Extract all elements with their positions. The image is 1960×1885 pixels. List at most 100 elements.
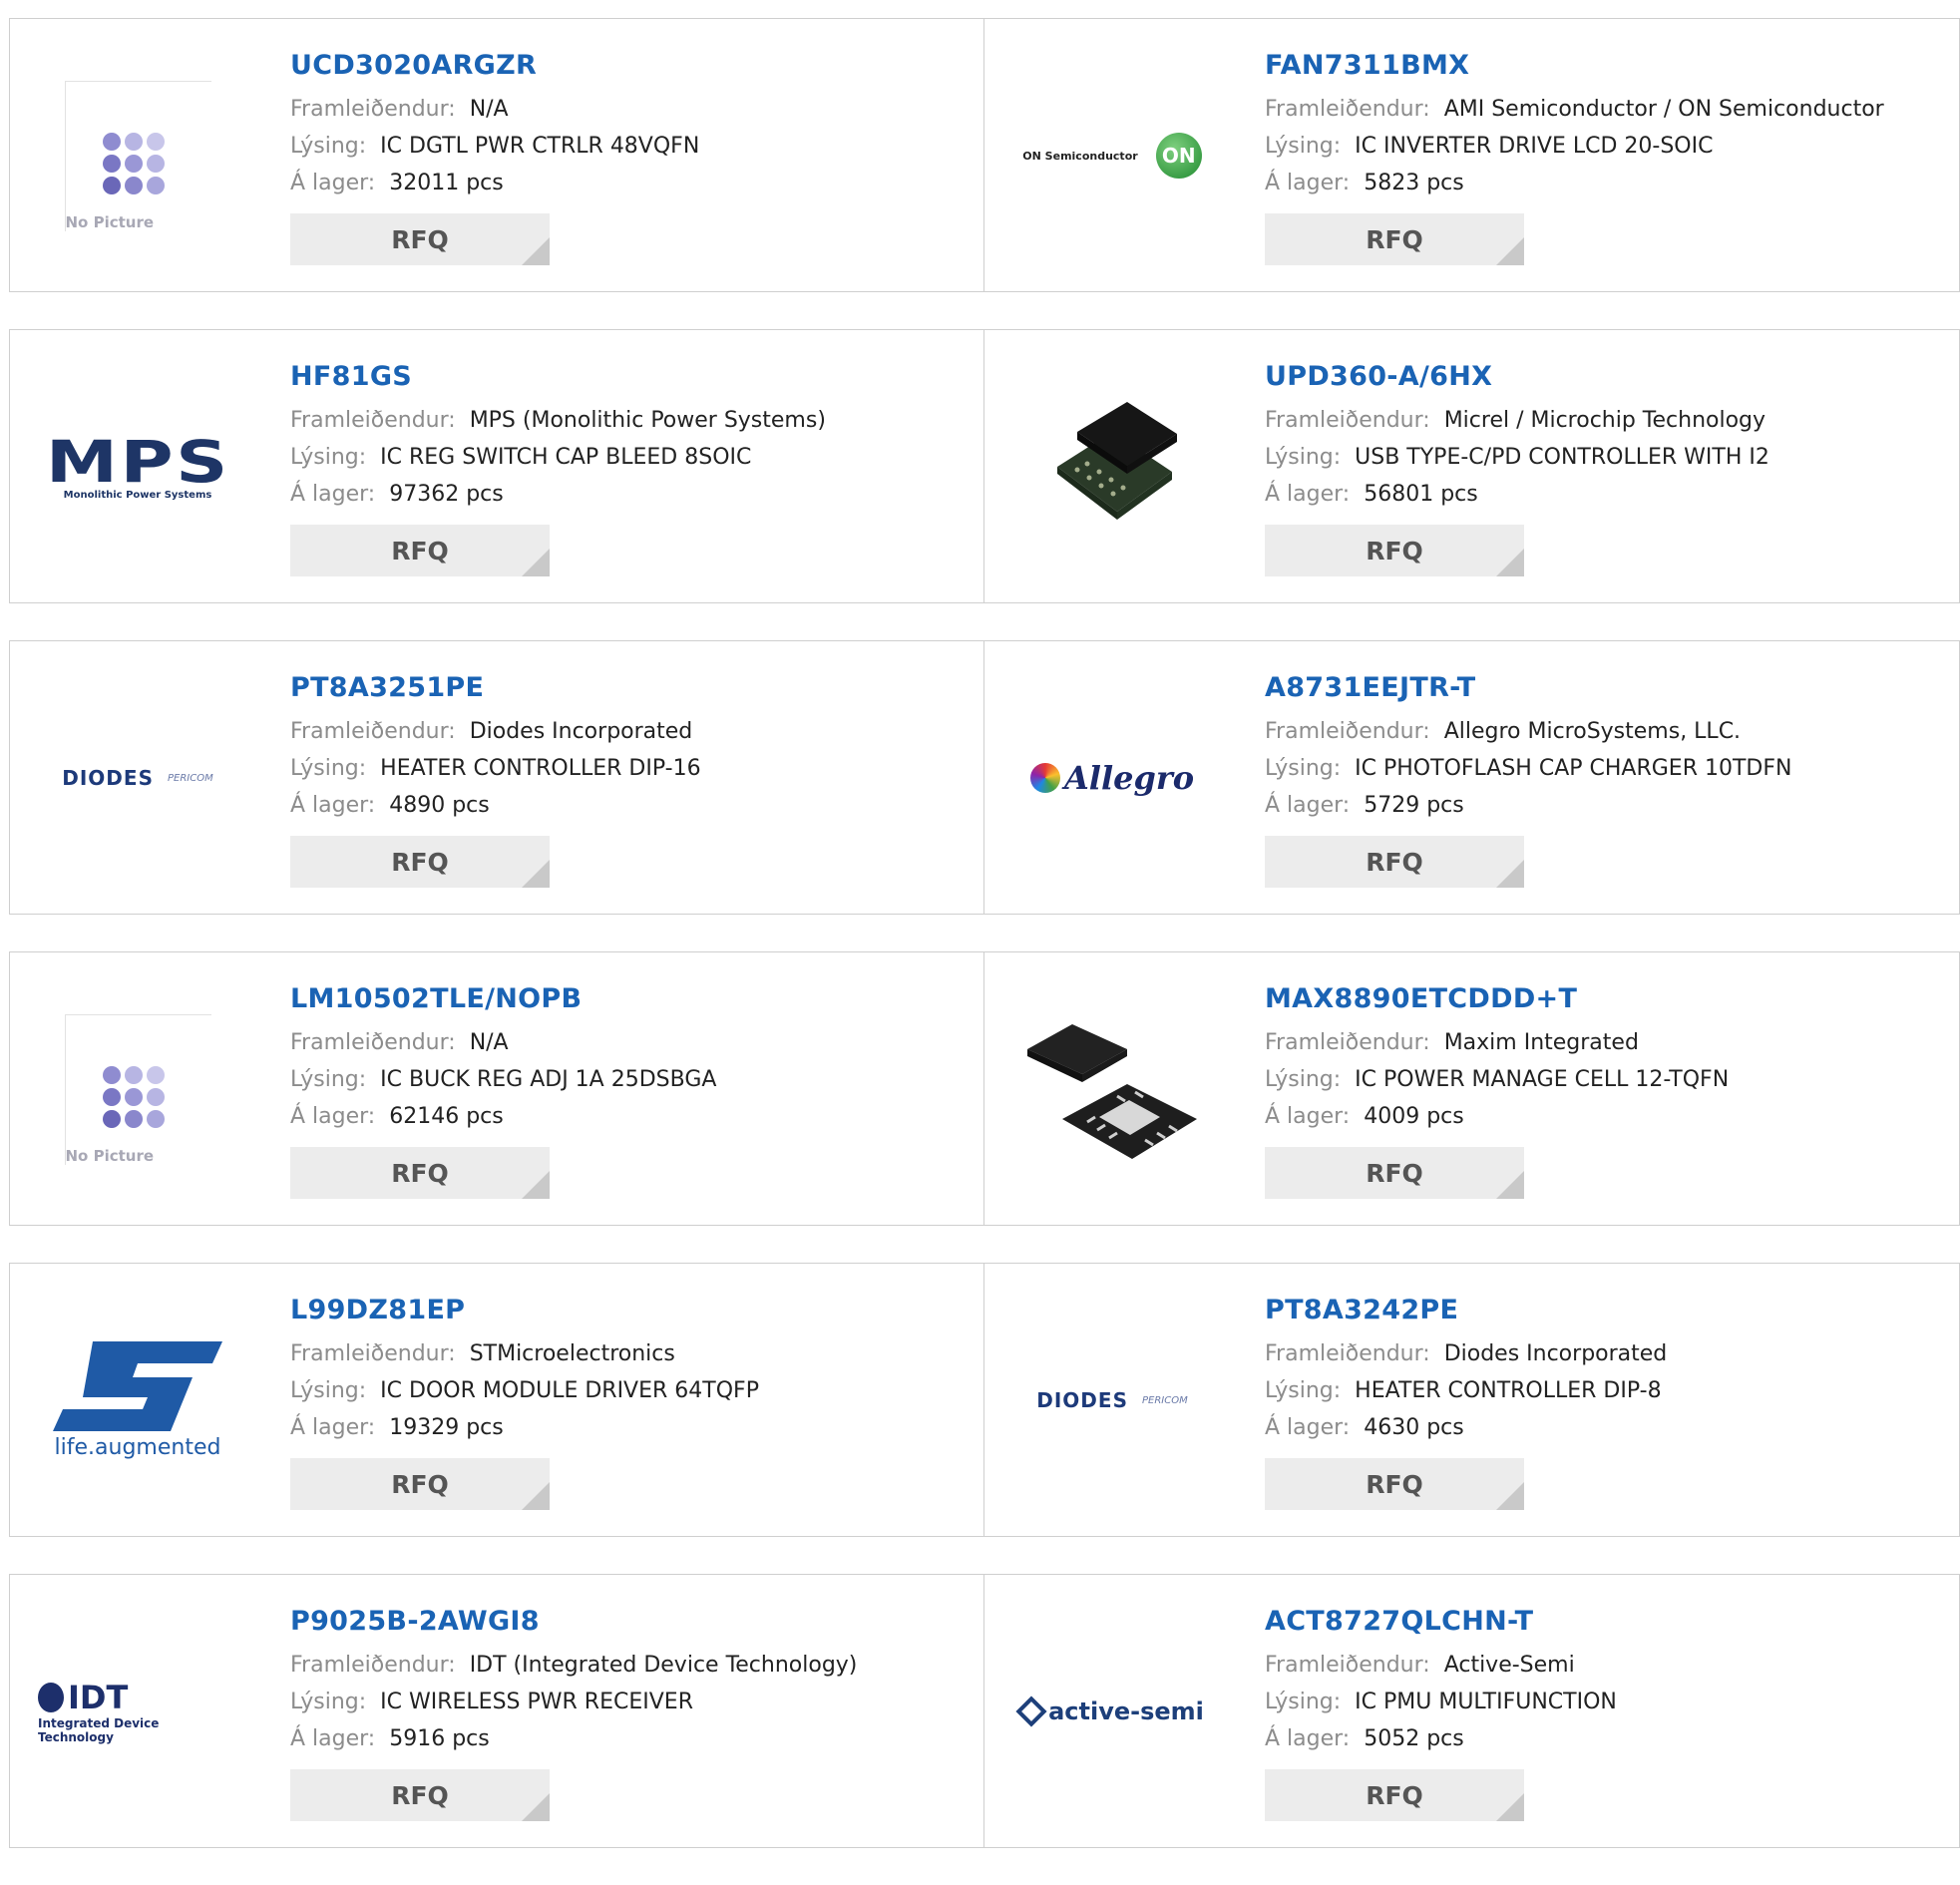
rfq-button[interactable]: RFQ: [290, 1147, 550, 1199]
description-label: Lýsing:: [1265, 1067, 1342, 1092]
stock-value: 4890 pcs: [389, 793, 490, 818]
manufacturer-label: Framleiðendur:: [1265, 1653, 1430, 1678]
part-number-link[interactable]: LM10502TLE/NOPB: [290, 982, 716, 1016]
part-number-link[interactable]: UPD360-A/6HX: [1265, 360, 1769, 394]
active-semi-logo: active-semi: [1015, 1696, 1204, 1727]
manufacturer-label: Framleiðendur:: [290, 1030, 456, 1055]
product-image[interactable]: IDT Integrated Device Technology: [38, 1623, 237, 1800]
product-image[interactable]: [1012, 378, 1212, 556]
manufacturer-value: AMI Semiconductor / ON Semiconductor: [1443, 97, 1884, 122]
stock-label: Á lager:: [1265, 1104, 1351, 1129]
description-label: Lýsing:: [290, 1378, 367, 1403]
stock-value: 5052 pcs: [1364, 1726, 1464, 1751]
rfq-button[interactable]: RFQ: [290, 213, 550, 265]
rfq-button[interactable]: RFQ: [290, 836, 550, 888]
rfq-button[interactable]: RFQ: [290, 525, 550, 576]
product-row: DIODES PERICOM PT8A3251PE Framleiðendur:…: [9, 640, 1960, 915]
rfq-button-label: RFQ: [391, 847, 449, 877]
product-image[interactable]: life.augmented: [38, 1312, 237, 1489]
description-label: Lýsing:: [290, 1067, 367, 1092]
product-image[interactable]: [1012, 1000, 1212, 1178]
description-label: Lýsing:: [290, 134, 367, 159]
no-picture-icon: [102, 1065, 165, 1128]
rfq-button[interactable]: RFQ: [1265, 1769, 1524, 1821]
description-label: Lýsing:: [1265, 445, 1342, 470]
st-mark-icon: [53, 1340, 222, 1431]
product-card: Allegro A8731EEJTR-T Framleiðendur: Alleg…: [984, 641, 1959, 914]
description-value: IC BUCK REG ADJ 1A 25DSBGA: [380, 1067, 717, 1092]
product-image[interactable]: MPS Monolithic Power Systems: [38, 378, 237, 556]
rfq-button-label: RFQ: [391, 536, 449, 566]
product-row: MPS Monolithic Power Systems HF81GS Fram…: [9, 329, 1960, 603]
product-image[interactable]: No Picture: [38, 1000, 237, 1178]
part-number-link[interactable]: PT8A3251PE: [290, 671, 701, 705]
manufacturer-label: Framleiðendur:: [290, 97, 456, 122]
manufacturer-label: Framleiðendur:: [290, 408, 456, 433]
description-label: Lýsing:: [290, 445, 367, 470]
stock-value: 5823 pcs: [1364, 171, 1464, 195]
qfn-chip-photo-icon: [1027, 1024, 1197, 1159]
product-row: IDT Integrated Device Technology P9025B-…: [9, 1574, 1960, 1848]
product-card: DIODES PERICOM PT8A3242PE Framleiðendur:…: [984, 1264, 1959, 1536]
product-card: ON Semiconductor ON FAN7311BMX Framleiðe…: [984, 19, 1959, 291]
part-number-link[interactable]: A8731EEJTR-T: [1265, 671, 1791, 705]
manufacturer-label: Framleiðendur:: [290, 719, 456, 744]
rfq-button[interactable]: RFQ: [1265, 213, 1524, 265]
stock-label: Á lager:: [1265, 1726, 1351, 1751]
description-label: Lýsing:: [290, 1690, 367, 1714]
product-image[interactable]: DIODES PERICOM: [38, 689, 237, 867]
product-row: No Picture LM10502TLE/NOPB Framleiðendur…: [9, 951, 1960, 1226]
rfq-button[interactable]: RFQ: [1265, 1147, 1524, 1199]
rfq-button[interactable]: RFQ: [1265, 525, 1524, 576]
stock-value: 4630 pcs: [1364, 1415, 1464, 1440]
rfq-button-label: RFQ: [391, 1469, 449, 1499]
rfq-button[interactable]: RFQ: [290, 1769, 550, 1821]
stock-value: 56801 pcs: [1364, 482, 1478, 507]
chip-photo-icon: [1057, 402, 1177, 520]
product-row: No Picture UCD3020ARGZR Framleiðendur: N/…: [9, 18, 1960, 292]
stock-label: Á lager:: [290, 1104, 376, 1129]
stock-value: 62146 pcs: [389, 1104, 504, 1129]
product-row: life.augmented L99DZ81EP Framleiðendur: S…: [9, 1263, 1960, 1537]
product-card: No Picture LM10502TLE/NOPB Framleiðendur…: [10, 952, 984, 1225]
product-card: No Picture UCD3020ARGZR Framleiðendur: N/…: [10, 19, 984, 291]
part-number-link[interactable]: HF81GS: [290, 360, 826, 394]
rfq-button[interactable]: RFQ: [290, 1458, 550, 1510]
product-image[interactable]: Allegro: [1012, 689, 1212, 867]
manufacturer-label: Framleiðendur:: [290, 1653, 456, 1678]
idt-logo: IDT Integrated Device Technology: [38, 1679, 160, 1744]
description-value: IC DGTL PWR CTRLR 48VQFN: [380, 134, 700, 159]
manufacturer-value: Diodes Incorporated: [469, 719, 693, 744]
product-image[interactable]: DIODES PERICOM: [1012, 1312, 1212, 1489]
product-image[interactable]: ON Semiconductor ON: [1012, 67, 1212, 244]
product-image[interactable]: No Picture: [38, 67, 237, 244]
stock-label: Á lager:: [290, 1415, 376, 1440]
stock-label: Á lager:: [290, 1726, 376, 1751]
part-number-link[interactable]: FAN7311BMX: [1265, 49, 1884, 83]
part-number-link[interactable]: P9025B-2AWGI8: [290, 1605, 857, 1639]
description-label: Lýsing:: [1265, 756, 1342, 781]
product-image[interactable]: active-semi: [1012, 1623, 1212, 1800]
manufacturer-label: Framleiðendur:: [290, 1341, 456, 1366]
stock-label: Á lager:: [1265, 1415, 1351, 1440]
stock-label: Á lager:: [290, 793, 376, 818]
part-number-link[interactable]: UCD3020ARGZR: [290, 49, 699, 83]
part-number-link[interactable]: MAX8890ETCDDD+T: [1265, 982, 1729, 1016]
product-card: MPS Monolithic Power Systems HF81GS Fram…: [10, 330, 984, 602]
stock-label: Á lager:: [1265, 482, 1351, 507]
manufacturer-value: STMicroelectronics: [469, 1341, 675, 1366]
rfq-button-label: RFQ: [391, 1158, 449, 1188]
description-label: Lýsing:: [1265, 134, 1342, 159]
product-card: DIODES PERICOM PT8A3251PE Framleiðendur:…: [10, 641, 984, 914]
rfq-button-label: RFQ: [1366, 1780, 1423, 1810]
part-number-link[interactable]: L99DZ81EP: [290, 1294, 759, 1327]
description-value: IC PMU MULTIFUNCTION: [1355, 1690, 1617, 1714]
part-number-link[interactable]: PT8A3242PE: [1265, 1294, 1667, 1327]
manufacturer-label: Framleiðendur:: [1265, 408, 1430, 433]
manufacturer-value: Micrel / Microchip Technology: [1443, 408, 1766, 433]
rfq-button[interactable]: RFQ: [1265, 836, 1524, 888]
stock-value: 5916 pcs: [389, 1726, 490, 1751]
rfq-button-label: RFQ: [1366, 536, 1423, 566]
rfq-button[interactable]: RFQ: [1265, 1458, 1524, 1510]
part-number-link[interactable]: ACT8727QLCHN-T: [1265, 1605, 1617, 1639]
